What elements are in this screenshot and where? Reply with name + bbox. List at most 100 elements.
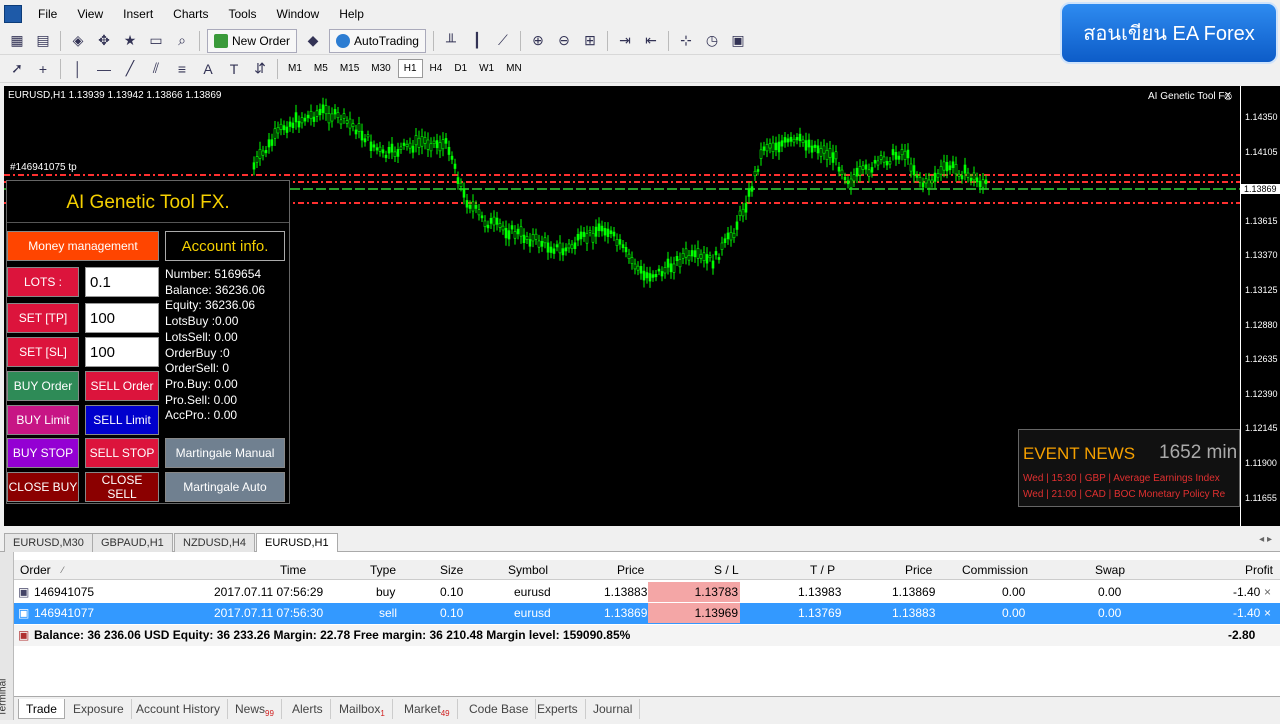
vertical-line-icon[interactable]: │: [67, 58, 89, 80]
terminal-icon[interactable]: ▭: [145, 30, 167, 52]
candle-body: [492, 216, 496, 226]
trendline-icon[interactable]: ╱: [119, 58, 141, 80]
info-order-sell: OrderSell: 0: [165, 361, 230, 376]
crosshair-icon[interactable]: +: [32, 58, 54, 80]
tab-alerts[interactable]: Alerts: [285, 699, 331, 719]
metaeditor-icon[interactable]: ◆: [302, 30, 324, 52]
table-row[interactable]: ▣ 146941077 2017.07.11 07:56:30 sell 0.1…: [14, 603, 1280, 624]
menu-window[interactable]: Window: [267, 0, 330, 28]
close-order-icon[interactable]: ×: [1264, 603, 1271, 623]
col-type[interactable]: Type: [370, 560, 396, 580]
col-swap[interactable]: Swap: [1095, 560, 1125, 580]
col-commission[interactable]: Commission: [962, 560, 1028, 580]
new-order-button[interactable]: New Order: [207, 28, 298, 53]
tf-w1[interactable]: W1: [474, 60, 499, 77]
col-price-current[interactable]: Price: [905, 560, 932, 580]
col-profit[interactable]: Profit: [1245, 560, 1273, 580]
profiles-icon[interactable]: ▤: [32, 30, 54, 52]
martingale-auto-button[interactable]: Martingale Auto: [165, 472, 285, 502]
col-symbol[interactable]: Symbol: [508, 560, 548, 580]
navigator-icon[interactable]: ★: [119, 30, 141, 52]
indicators-icon[interactable]: ⊹: [675, 30, 697, 52]
cursor-icon[interactable]: ➚: [6, 58, 28, 80]
tf-h4[interactable]: H4: [425, 60, 448, 77]
info-pro-sell: Pro.Sell: 0.00: [165, 392, 238, 407]
close-sell-button[interactable]: CLOSE SELL: [85, 472, 159, 502]
tab-eurusd-m30[interactable]: EURUSD,M30: [4, 533, 93, 552]
periods-icon[interactable]: ◷: [701, 30, 723, 52]
tab-mailbox[interactable]: Mailbox1: [332, 699, 393, 719]
lots-input[interactable]: 0.1: [85, 267, 159, 297]
text-icon[interactable]: A: [197, 58, 219, 80]
martingale-manual-button[interactable]: Martingale Manual: [165, 438, 285, 468]
data-window-icon[interactable]: ✥: [93, 30, 115, 52]
tab-experts[interactable]: Experts: [530, 699, 586, 719]
tf-m15[interactable]: M15: [335, 60, 364, 77]
menu-insert[interactable]: Insert: [113, 0, 163, 28]
buy-order-button[interactable]: BUY Order: [7, 371, 79, 401]
tf-d1[interactable]: D1: [449, 60, 472, 77]
sell-limit-button[interactable]: SELL Limit: [85, 405, 159, 435]
zoom-in-icon[interactable]: ⊕: [527, 30, 549, 52]
tf-m5[interactable]: M5: [309, 60, 333, 77]
horizontal-line-icon[interactable]: —: [93, 58, 115, 80]
tab-scroll-icon[interactable]: ◂ ▸: [1259, 534, 1272, 545]
buy-stop-button[interactable]: BUY STOP: [7, 438, 79, 468]
col-price[interactable]: Price: [617, 560, 644, 580]
bar-chart-icon[interactable]: ╨: [440, 30, 462, 52]
tile-windows-icon[interactable]: ⊞: [579, 30, 601, 52]
new-chart-icon[interactable]: ▦: [6, 30, 28, 52]
candlestick-icon[interactable]: ┃: [466, 30, 488, 52]
close-buy-button[interactable]: CLOSE BUY: [7, 472, 79, 502]
table-row[interactable]: ▣ 146941075 2017.07.11 07:56:29 buy 0.10…: [14, 582, 1280, 603]
col-time[interactable]: Time: [280, 560, 306, 580]
buy-limit-button[interactable]: BUY Limit: [7, 405, 79, 435]
channel-icon[interactable]: ⫽: [145, 58, 167, 80]
menu-help[interactable]: Help: [329, 0, 374, 28]
line-chart-icon[interactable]: ⟋: [492, 30, 514, 52]
candle-body: [573, 242, 577, 249]
sell-stop-button[interactable]: SELL STOP: [85, 438, 159, 468]
text-label-icon[interactable]: T: [223, 58, 245, 80]
fibonacci-icon[interactable]: ≡: [171, 58, 193, 80]
autoscroll-icon[interactable]: ⇥: [614, 30, 636, 52]
tab-trade[interactable]: Trade: [18, 699, 65, 719]
autotrading-button[interactable]: AutoTrading: [329, 28, 426, 53]
tab-eurusd-h1[interactable]: EURUSD,H1: [256, 533, 338, 553]
strategy-tester-icon[interactable]: ⌕: [171, 30, 193, 52]
templates-icon[interactable]: ▣: [727, 30, 749, 52]
arrows-icon[interactable]: ⇵: [249, 58, 271, 80]
tab-gbpaud-h1[interactable]: GBPAUD,H1: [92, 533, 173, 552]
menu-charts[interactable]: Charts: [163, 0, 218, 28]
col-tp[interactable]: T / P: [810, 560, 835, 580]
order-sell-icon: ▣: [18, 606, 30, 620]
tf-m30[interactable]: M30: [366, 60, 395, 77]
money-management-button[interactable]: Money management: [7, 231, 159, 261]
close-order-icon[interactable]: ×: [1264, 582, 1271, 602]
chart-shift-icon[interactable]: ⇤: [640, 30, 662, 52]
account-info-button[interactable]: Account info.: [165, 231, 285, 261]
menu-file[interactable]: File: [28, 0, 67, 28]
zoom-out-icon[interactable]: ⊖: [553, 30, 575, 52]
tab-market[interactable]: Market49: [397, 699, 458, 719]
col-order[interactable]: Order: [20, 560, 51, 580]
candle-body: [426, 139, 430, 150]
tf-mn[interactable]: MN: [501, 60, 527, 77]
tab-journal[interactable]: Journal: [586, 699, 641, 719]
menu-tools[interactable]: Tools: [219, 0, 267, 28]
sell-order-button[interactable]: SELL Order: [85, 371, 159, 401]
menu-view[interactable]: View: [67, 0, 113, 28]
col-size[interactable]: Size: [440, 560, 463, 580]
market-watch-icon[interactable]: ◈: [67, 30, 89, 52]
tp-input[interactable]: 100: [85, 303, 159, 333]
row-time: 2017.07.11 07:56:29: [214, 585, 324, 599]
tab-exposure[interactable]: Exposure: [66, 699, 132, 719]
tab-nzdusd-h4[interactable]: NZDUSD,H4: [174, 533, 255, 552]
col-sl[interactable]: S / L: [714, 560, 739, 580]
tf-h1[interactable]: H1: [397, 59, 423, 78]
tf-m1[interactable]: M1: [283, 60, 307, 77]
tab-code-base[interactable]: Code Base: [462, 699, 537, 719]
sl-input[interactable]: 100: [85, 337, 159, 367]
tab-news[interactable]: News99: [228, 699, 282, 719]
tab-account-history[interactable]: Account History: [129, 699, 229, 719]
